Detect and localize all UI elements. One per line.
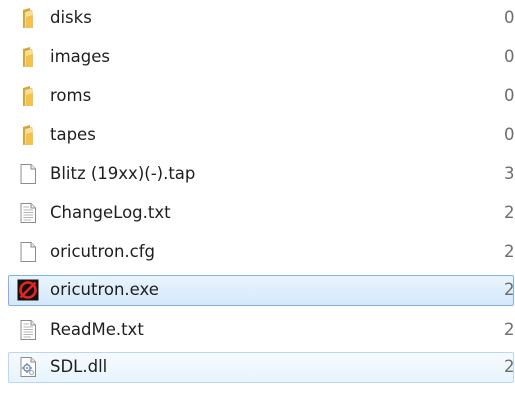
file-date: 07 (504, 125, 514, 144)
file-list: disks 07 images 07 roms 07 (0, 0, 515, 394)
file-row-roms[interactable]: roms 07 (8, 81, 514, 112)
file-row-oricutron-exe[interactable]: oricutron.exe 24 (8, 275, 514, 306)
file-row-images[interactable]: images 07 (8, 42, 514, 73)
file-row-changelog[interactable]: ChangeLog.txt 24 (8, 198, 514, 229)
file-date: 24 (504, 320, 514, 339)
file-row-tapes[interactable]: tapes 07 (8, 120, 514, 151)
file-row-blitz-tap[interactable]: Blitz (19xx)(-).tap 30 (8, 159, 514, 190)
file-name: images (50, 47, 110, 66)
file-date: 07 (504, 8, 514, 27)
folder-icon (17, 7, 39, 29)
file-row-readme[interactable]: ReadMe.txt 24 (8, 315, 514, 346)
file-row-sdl-dll[interactable]: SDL.dll 20 (8, 352, 514, 383)
file-date: 30 (504, 164, 514, 183)
folder-icon (17, 46, 39, 68)
blank-file-icon (17, 241, 39, 263)
file-date: 24 (504, 203, 514, 222)
oricutron-app-icon (17, 279, 39, 301)
file-name: disks (50, 8, 92, 27)
blank-file-icon (17, 163, 39, 185)
file-date: 07 (504, 47, 514, 66)
folder-icon (17, 85, 39, 107)
file-name: roms (50, 86, 92, 105)
file-name: oricutron.exe (50, 280, 159, 299)
text-file-icon (17, 319, 39, 341)
file-name: SDL.dll (50, 357, 108, 376)
dll-file-icon (17, 356, 39, 378)
file-name: ChangeLog.txt (50, 203, 171, 222)
file-date: 07 (504, 86, 514, 105)
file-name: ReadMe.txt (50, 320, 144, 339)
file-row-oricutron-cfg[interactable]: oricutron.cfg 24 (8, 237, 514, 268)
file-date: 24 (504, 242, 514, 261)
file-date: 20 (504, 357, 514, 376)
folder-icon (17, 124, 39, 146)
file-row-disks[interactable]: disks 07 (8, 3, 514, 34)
file-name: Blitz (19xx)(-).tap (50, 164, 196, 183)
file-name: oricutron.cfg (50, 242, 156, 261)
file-date: 24 (504, 280, 514, 299)
file-name: tapes (50, 125, 96, 144)
text-file-icon (17, 202, 39, 224)
